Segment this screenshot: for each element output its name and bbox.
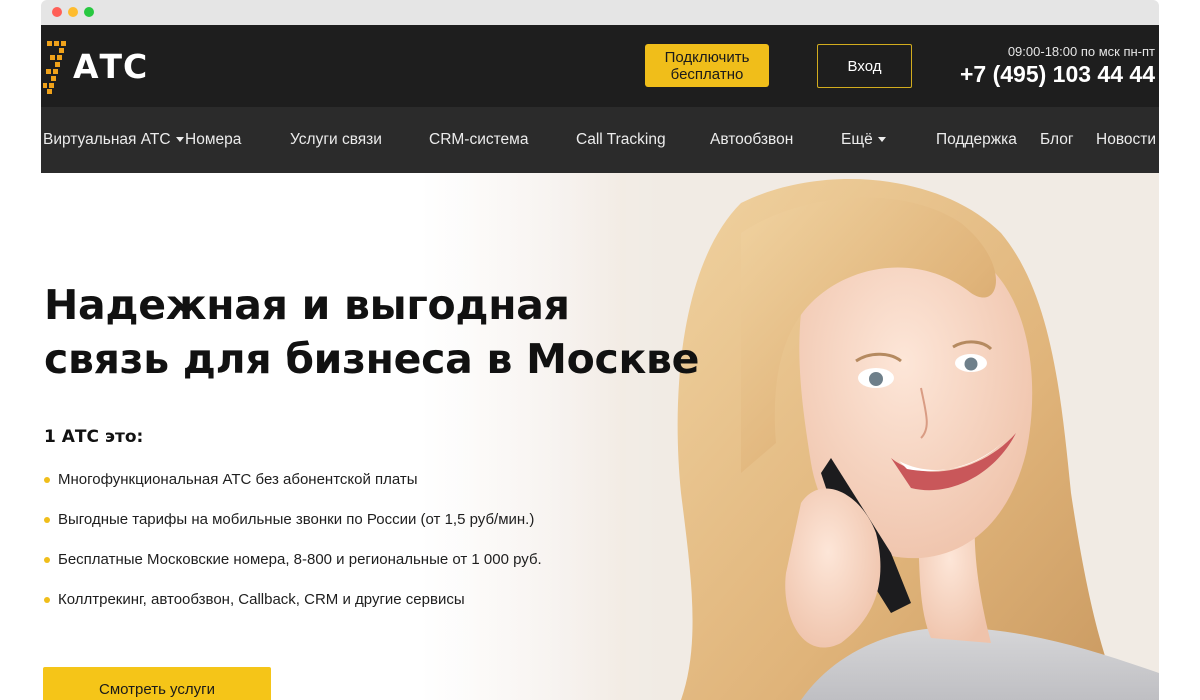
headline-line-1: Надежная и выгодная (44, 281, 570, 329)
browser-title-bar (41, 0, 1159, 25)
caret-down-icon (877, 137, 886, 143)
nav-item-label: Поддержка (936, 131, 1017, 148)
view-services-button[interactable]: Смотреть услуги (43, 667, 271, 700)
nav-item-label: Блог (1040, 131, 1074, 148)
maximize-window-button[interactable] (84, 7, 94, 17)
nav-item-support[interactable]: Поддержка (936, 107, 1017, 173)
nav-item-label: Виртуальная АТС (43, 131, 171, 148)
minimize-window-button[interactable] (68, 7, 78, 17)
logo[interactable]: АТС (41, 37, 171, 97)
nav-item-autodial[interactable]: Автообзвон (710, 107, 793, 173)
list-item: Выгодные тарифы на мобильные звонки по Р… (44, 511, 542, 551)
working-hours: 09:00-18:00 по мск пн-пт (1007, 44, 1155, 59)
feature-text: Бесплатные Московские номера, 8-800 и ре… (58, 551, 542, 568)
feature-text: Выгодные тарифы на мобильные звонки по Р… (58, 511, 535, 528)
headline-line-2: связь для бизнеса в Москве (44, 335, 700, 383)
list-item: Коллтрекинг, автообзвон, Callback, CRM и… (44, 591, 542, 631)
close-window-button[interactable] (52, 7, 62, 17)
nav-item-label: Номера (185, 131, 242, 148)
nav-item-crm[interactable]: CRM-система (429, 107, 528, 173)
bullet-icon (44, 557, 50, 563)
nav-item-news[interactable]: Новости (1096, 107, 1156, 173)
nav-item-label: Call Tracking (576, 131, 666, 148)
nav-item-virtual-pbx[interactable]: Виртуальная АТС (43, 107, 184, 173)
bullet-icon (44, 517, 50, 523)
hero-section: Надежная и выгодная связь для бизнеса в … (41, 173, 1159, 700)
logo-mark-icon (43, 41, 66, 94)
nav-item-label: Новости (1096, 131, 1157, 148)
list-item: Многофункциональная АТС без абонентской … (44, 471, 542, 511)
nav-item-label: Автообзвон (710, 131, 794, 148)
feature-text: Коллтрекинг, автообзвон, Callback, CRM и… (58, 591, 465, 608)
main-nav: Виртуальная АТС Номера Услуги связи CRM-… (41, 107, 1159, 173)
nav-item-label: Услуги связи (290, 131, 382, 148)
hero-headline: Надежная и выгодная связь для бизнеса в … (44, 278, 699, 386)
nav-item-label: Ещё (841, 131, 873, 148)
nav-item-label: CRM-система (429, 131, 529, 148)
feature-text: Многофункциональная АТС без абонентской … (58, 471, 418, 488)
features-subhead: 1 АТС это: (44, 427, 144, 447)
bullet-icon (44, 477, 50, 483)
nav-item-call-tracking[interactable]: Call Tracking (576, 107, 666, 173)
site-header: АТС Подключить бесплатно Вход 09:00-18:0… (41, 25, 1159, 107)
logo-text: АТС (73, 47, 149, 86)
features-list: Многофункциональная АТС без абонентской … (44, 471, 542, 631)
caret-down-icon (175, 137, 184, 143)
bullet-icon (44, 597, 50, 603)
nav-item-blog[interactable]: Блог (1040, 107, 1074, 173)
list-item: Бесплатные Московские номера, 8-800 и ре… (44, 551, 542, 591)
nav-item-telecom-services[interactable]: Услуги связи (290, 107, 382, 173)
nav-item-more[interactable]: Ещё (841, 107, 886, 173)
phone-number[interactable]: +7 (495) 103 44 44 (960, 61, 1155, 88)
login-button[interactable]: Вход (817, 44, 912, 88)
nav-item-numbers[interactable]: Номера (185, 107, 241, 173)
connect-free-button[interactable]: Подключить бесплатно (645, 44, 769, 87)
